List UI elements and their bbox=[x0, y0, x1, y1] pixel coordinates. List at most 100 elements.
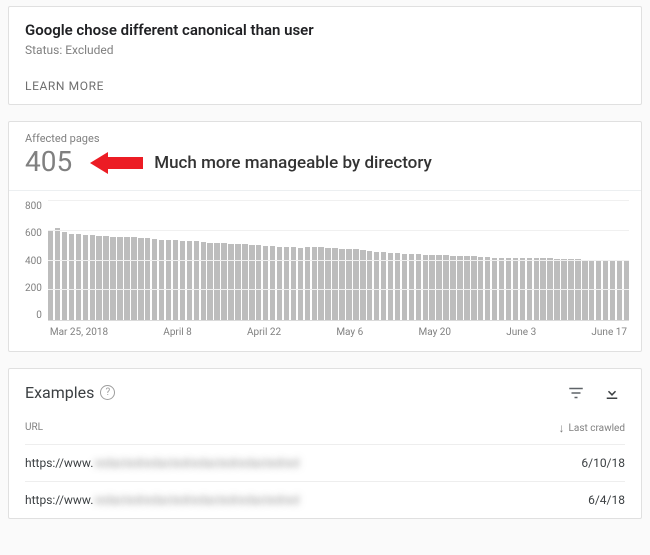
chart-bar bbox=[263, 246, 268, 320]
chart-bar bbox=[277, 247, 282, 320]
url-cell: https://www.redactedredactedredactedreda… bbox=[25, 456, 299, 470]
chart-bar bbox=[62, 232, 67, 320]
chart-bar bbox=[409, 254, 414, 320]
chart-bar bbox=[374, 252, 379, 320]
chart-bar bbox=[48, 231, 53, 320]
column-last-crawled-label: Last crawled bbox=[569, 423, 626, 434]
chart-bar bbox=[214, 243, 219, 320]
chart-bar bbox=[464, 256, 469, 320]
last-crawled-cell: 6/10/18 bbox=[581, 456, 625, 470]
url-cell: https://www.redactedredactedredactedreda… bbox=[25, 493, 299, 507]
examples-columns: URL ↓ Last crawled bbox=[25, 416, 625, 444]
chart-bar bbox=[457, 256, 462, 320]
chart-bar bbox=[138, 238, 143, 320]
annotation-arrow-icon bbox=[90, 152, 144, 174]
chart-bar bbox=[201, 242, 206, 320]
chart-card: Affected pages 405 Much more manageable … bbox=[8, 121, 642, 352]
chart-bar bbox=[221, 243, 226, 320]
x-tick: April 8 bbox=[163, 327, 192, 338]
help-icon[interactable]: ? bbox=[100, 385, 115, 400]
affected-label: Affected pages bbox=[25, 132, 629, 145]
chart-bar bbox=[159, 240, 164, 320]
chart-bar bbox=[173, 240, 178, 320]
examples-title: Examples bbox=[25, 383, 94, 402]
chart-bar bbox=[367, 251, 372, 320]
chart-bar bbox=[124, 237, 129, 320]
chart-bar bbox=[117, 237, 122, 320]
chart-bar bbox=[103, 236, 108, 320]
chart-bar bbox=[55, 228, 60, 320]
chart-y-axis: 800 600 400 200 0 bbox=[21, 201, 48, 321]
chart-bar bbox=[429, 255, 434, 320]
chart-bar bbox=[423, 255, 428, 320]
sort-desc-icon: ↓ bbox=[559, 422, 565, 434]
x-tick: May 6 bbox=[336, 327, 363, 338]
x-tick: May 20 bbox=[418, 327, 451, 338]
x-tick: June 3 bbox=[506, 327, 536, 338]
chart-bar bbox=[166, 240, 171, 320]
last-crawled-cell: 6/4/18 bbox=[588, 493, 625, 507]
examples-rows: https://www.redactedredactedredactedreda… bbox=[25, 444, 625, 518]
chart-bar bbox=[187, 241, 192, 320]
chart-bar bbox=[305, 247, 310, 320]
x-tick: Mar 25, 2018 bbox=[50, 327, 108, 338]
chart-bar bbox=[312, 247, 317, 320]
status-card: Google chose different canonical than us… bbox=[8, 6, 642, 105]
table-row[interactable]: https://www.redactedredactedredactedreda… bbox=[25, 444, 625, 481]
chart-bar bbox=[180, 241, 185, 320]
affected-count: 405 bbox=[25, 145, 72, 178]
y-tick: 800 bbox=[25, 201, 42, 212]
chart-bar bbox=[471, 256, 476, 320]
examples-header: Examples ? bbox=[25, 383, 625, 402]
y-tick: 200 bbox=[25, 283, 42, 294]
divider bbox=[9, 190, 641, 191]
download-icon[interactable] bbox=[603, 384, 621, 402]
examples-actions bbox=[567, 384, 621, 402]
chart-bar bbox=[152, 239, 157, 320]
filter-icon[interactable] bbox=[567, 384, 585, 402]
y-tick: 600 bbox=[25, 228, 42, 239]
chart-bar bbox=[284, 247, 289, 320]
annotation: Much more manageable by directory bbox=[90, 152, 432, 174]
chart-bar bbox=[96, 236, 101, 320]
x-tick: April 22 bbox=[247, 327, 281, 338]
url-prefix: https://www. bbox=[25, 456, 93, 470]
url-prefix: https://www. bbox=[25, 493, 93, 507]
status-title: Google chose different canonical than us… bbox=[25, 21, 625, 39]
affected-row: 405 Much more manageable by directory bbox=[21, 145, 629, 186]
chart-bar bbox=[110, 237, 115, 320]
chart-area: 800 600 400 200 0 Mar 25, 2018 April 8 April 2… bbox=[21, 201, 629, 341]
chart-bar bbox=[90, 235, 95, 320]
learn-more-button[interactable]: LEARN MORE bbox=[25, 79, 104, 93]
chart-bar bbox=[235, 244, 240, 320]
chart-bar bbox=[131, 237, 136, 320]
column-url[interactable]: URL bbox=[25, 422, 43, 434]
chart-bar bbox=[443, 255, 448, 320]
chart-bar bbox=[450, 256, 455, 320]
annotation-text: Much more manageable by directory bbox=[154, 153, 432, 173]
chart-bar bbox=[416, 254, 421, 320]
chart-bar bbox=[381, 252, 386, 320]
y-tick: 0 bbox=[36, 310, 42, 321]
chart-bar bbox=[388, 253, 393, 320]
column-last-crawled[interactable]: ↓ Last crawled bbox=[559, 422, 626, 434]
chart-x-axis: Mar 25, 2018 April 8 April 22 May 6 May 20 Ju… bbox=[48, 327, 629, 338]
chart-bar bbox=[194, 241, 199, 320]
chart-bar bbox=[436, 255, 441, 320]
y-tick: 400 bbox=[25, 256, 42, 267]
chart-bar bbox=[318, 247, 323, 320]
chart-bar bbox=[256, 245, 261, 320]
table-row[interactable]: https://www.redactedredactedredactedreda… bbox=[25, 481, 625, 518]
x-tick: June 17 bbox=[591, 327, 627, 338]
chart-bars bbox=[48, 201, 629, 321]
chart-bar bbox=[270, 246, 275, 320]
url-redacted: redactedredactedredactedredactedred bbox=[94, 493, 299, 507]
chart-bar bbox=[83, 235, 88, 320]
chart-bar bbox=[360, 250, 365, 320]
chart-bar bbox=[76, 234, 81, 320]
chart-bar bbox=[402, 254, 407, 320]
url-redacted: redactedredactedredactedredactedred bbox=[94, 456, 299, 470]
chart-bar bbox=[395, 253, 400, 320]
chart-plot: Mar 25, 2018 April 8 April 22 May 6 May 20 Ju… bbox=[48, 201, 629, 341]
chart-bar bbox=[69, 234, 74, 320]
